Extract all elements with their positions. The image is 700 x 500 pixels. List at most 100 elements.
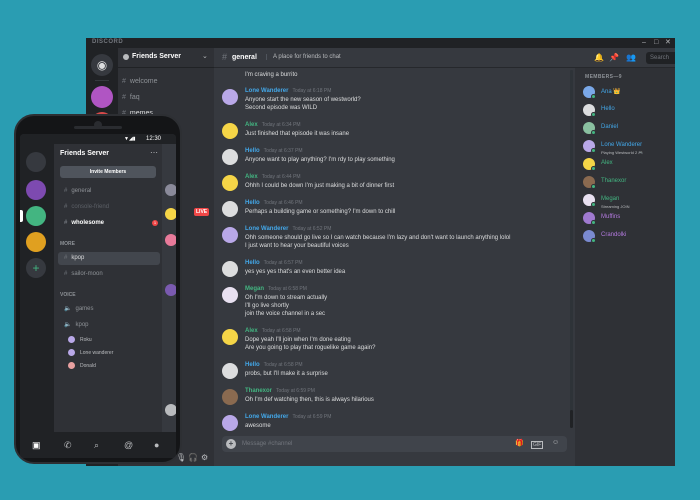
avatar[interactable] bbox=[222, 149, 238, 165]
home-icon[interactable]: ◉ bbox=[91, 54, 113, 76]
message-author[interactable]: Hello Today at 6:57 PM bbox=[245, 260, 303, 266]
message-input[interactable]: Message #channel bbox=[242, 441, 292, 447]
search-placeholder: Search bbox=[650, 55, 670, 61]
avatar[interactable] bbox=[222, 389, 238, 405]
member-activity: Playing Westworld 2 🎮 bbox=[601, 150, 644, 155]
voice-user[interactable]: Donald bbox=[68, 362, 96, 369]
phone-channel-sailor-moon[interactable]: # sailor-moon bbox=[64, 271, 103, 277]
hash-icon: # bbox=[64, 255, 68, 261]
message-author[interactable]: Alex Today at 6:58 PM bbox=[245, 328, 301, 334]
message-timestamp: Today at 6:58 PM bbox=[263, 362, 303, 368]
online-status-icon bbox=[591, 94, 596, 99]
call-icon[interactable]: ✆ bbox=[64, 440, 72, 451]
mic-icon[interactable]: 🎙 bbox=[176, 453, 186, 462]
headphones-icon[interactable]: 🎧 bbox=[188, 453, 198, 462]
mention-icon[interactable]: @ bbox=[124, 440, 133, 450]
add-attachment-icon[interactable]: + bbox=[226, 439, 236, 449]
phone-chat-peek[interactable] bbox=[162, 144, 176, 432]
message-author[interactable]: Megan Today at 6:58 PM bbox=[245, 286, 307, 292]
message-author[interactable]: Lone Wanderer Today at 6:59 PM bbox=[245, 414, 331, 420]
category-more[interactable]: MORE bbox=[60, 241, 75, 247]
member-activity: Streaming JOIN bbox=[601, 204, 630, 209]
channel-welcome[interactable]: # welcome bbox=[122, 78, 158, 85]
more-options-icon[interactable]: ⋯ bbox=[150, 148, 158, 157]
avatar[interactable] bbox=[222, 261, 238, 277]
invite-members-button[interactable]: Invite Members bbox=[60, 166, 156, 178]
category-voice[interactable]: VOICE bbox=[60, 292, 76, 298]
avatar[interactable] bbox=[222, 175, 238, 191]
message-author[interactable]: Lone Wanderer Today at 6:52 PM bbox=[245, 226, 331, 232]
message-text: I'll go live shortly bbox=[245, 303, 289, 309]
server-header[interactable]: Friends Server ⌄ bbox=[118, 48, 214, 68]
channel-faq[interactable]: # faq bbox=[122, 94, 140, 101]
message-author[interactable]: Hello Today at 6:37 PM bbox=[245, 148, 303, 154]
voice-user[interactable]: Lone wanderer bbox=[68, 349, 114, 356]
avatar[interactable] bbox=[222, 227, 238, 243]
server-status-icon bbox=[123, 54, 129, 60]
avatar[interactable] bbox=[222, 123, 238, 139]
scroll-thumb[interactable] bbox=[570, 410, 573, 428]
message-author[interactable]: Thanexor Today at 6:59 PM bbox=[245, 388, 315, 394]
settings-gear-icon[interactable]: ⚙ bbox=[201, 453, 208, 462]
close-button[interactable]: ✕ bbox=[665, 38, 671, 48]
phone-screen: ▼◢▮ 12:30 + Friends Server ⋯ Invite Memb… bbox=[20, 134, 176, 458]
voice-user[interactable]: Roku bbox=[68, 336, 92, 343]
server-icon-1[interactable] bbox=[26, 180, 46, 200]
avatar[interactable] bbox=[222, 415, 238, 431]
chat-icon[interactable]: ▣ bbox=[32, 440, 41, 451]
member-name-text: Alex bbox=[601, 160, 613, 166]
phone-channel-general[interactable]: # general bbox=[64, 188, 91, 194]
gift-icon[interactable]: 🎁 bbox=[515, 439, 524, 447]
message-author[interactable]: Alex Today at 6:44 PM bbox=[245, 174, 301, 180]
phone-channel-kpop[interactable]: # kpop bbox=[64, 255, 84, 261]
gif-icon[interactable]: GIF bbox=[531, 441, 544, 449]
message-text: Perhaps a building game or something? I'… bbox=[245, 209, 396, 215]
server-name: Friends Server bbox=[132, 53, 182, 60]
search-input[interactable]: Search ⌕ bbox=[646, 52, 675, 64]
avatar[interactable] bbox=[222, 329, 238, 345]
message-author[interactable]: Lone Wanderer Today at 6:18 PM bbox=[245, 88, 331, 94]
avatar[interactable] bbox=[222, 89, 238, 105]
search-icon[interactable]: ⌕ bbox=[94, 440, 99, 451]
hash-icon: # bbox=[122, 94, 126, 101]
add-server-icon[interactable]: + bbox=[26, 258, 46, 278]
message-timestamp: Today at 6:58 PM bbox=[261, 328, 301, 334]
emoji-icon[interactable]: ☺ bbox=[552, 439, 559, 446]
avatar[interactable] bbox=[222, 363, 238, 379]
message-author[interactable]: Alex Today at 6:34 PM bbox=[245, 122, 301, 128]
maximize-button[interactable]: □ bbox=[654, 38, 658, 48]
author-name: Hello bbox=[245, 148, 260, 154]
avatar bbox=[165, 284, 176, 296]
members-icon[interactable]: 👥 bbox=[626, 53, 636, 62]
message-composer[interactable]: + Message #channel 🎁 GIF ☺ bbox=[222, 436, 567, 452]
phone-channel-wholesome[interactable]: # wholesome bbox=[64, 220, 104, 226]
pin-icon[interactable]: 📌 bbox=[609, 53, 619, 62]
dm-icon[interactable] bbox=[26, 152, 46, 172]
profile-avatar-icon[interactable]: ● bbox=[154, 440, 159, 450]
server-icon-3[interactable] bbox=[26, 232, 46, 252]
voice-channel-kpop[interactable]: 🔈 kpop bbox=[64, 321, 89, 328]
server-icon-2[interactable] bbox=[26, 206, 46, 226]
message-author[interactable]: Hello Today at 6:58 PM bbox=[245, 362, 303, 368]
chat-scrollbar[interactable] bbox=[570, 70, 573, 428]
phone-device: ▼◢▮ 12:30 + Friends Server ⋯ Invite Memb… bbox=[14, 114, 182, 464]
avatar[interactable] bbox=[222, 287, 238, 303]
bell-icon[interactable]: 🔔 bbox=[594, 53, 604, 62]
chevron-down-icon[interactable]: ⌄ bbox=[202, 52, 208, 60]
channel-label: general bbox=[71, 188, 92, 194]
author-name: Hello bbox=[245, 200, 260, 206]
server-icon-1[interactable] bbox=[91, 86, 113, 108]
channel-label: faq bbox=[129, 94, 140, 101]
voice-user-name: Lone wanderer bbox=[80, 350, 114, 356]
phone-channel-console-friend[interactable]: # console-friend bbox=[64, 204, 109, 210]
channel-label: kpop bbox=[71, 255, 85, 261]
channel-label: welcome bbox=[129, 78, 158, 85]
author-name: Lone Wanderer bbox=[245, 226, 289, 232]
voice-user-name: Roku bbox=[80, 337, 92, 343]
message-timestamp: Today at 6:37 PM bbox=[263, 148, 303, 154]
voice-channel-games[interactable]: 🔈 games bbox=[64, 305, 94, 312]
avatar bbox=[68, 349, 75, 356]
message-author[interactable]: Hello Today at 6:46 PM bbox=[245, 200, 303, 206]
avatar[interactable] bbox=[222, 201, 238, 217]
minimize-button[interactable]: – bbox=[642, 38, 646, 48]
